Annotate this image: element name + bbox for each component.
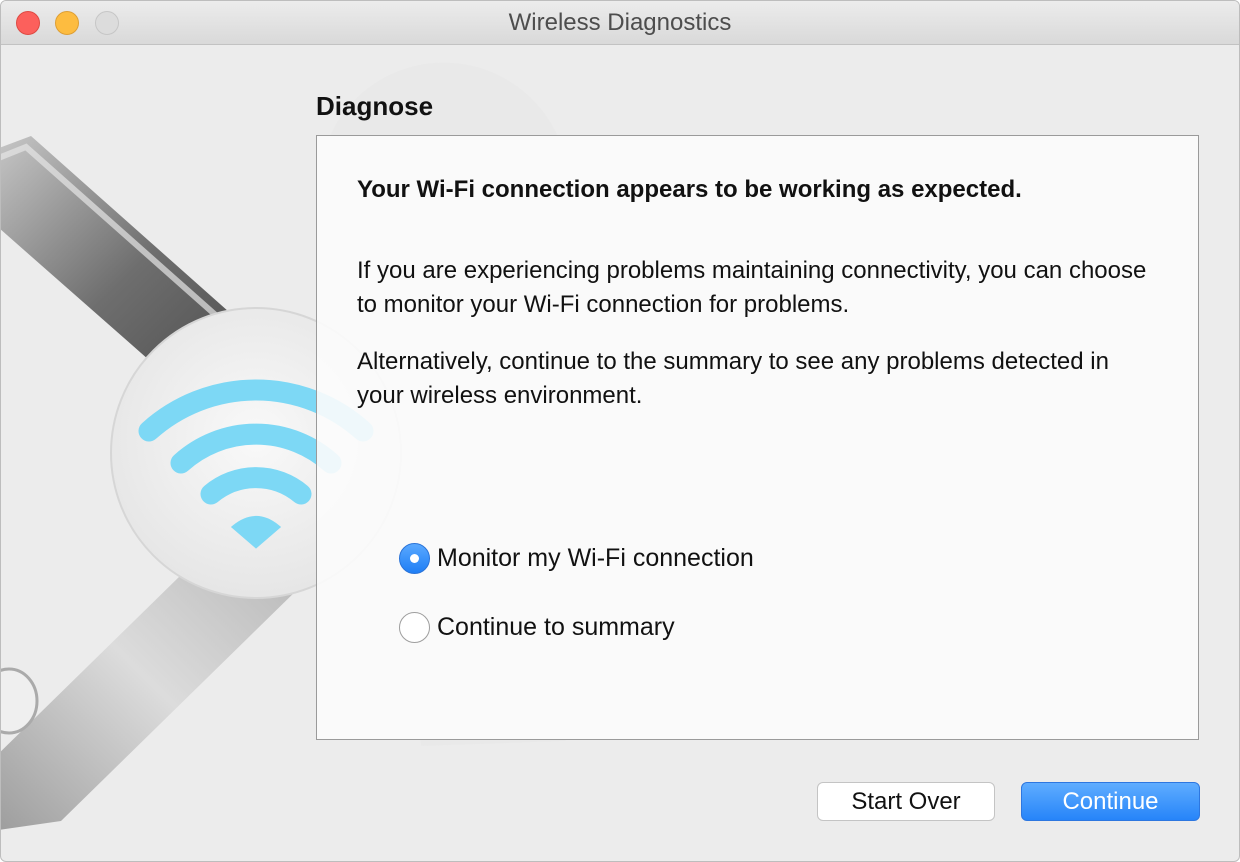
continue-button[interactable]: Continue: [1021, 782, 1200, 821]
start-over-button[interactable]: Start Over: [817, 782, 995, 821]
monitor-description: If you are experiencing problems maintai…: [357, 257, 1147, 318]
summary-option-label[interactable]: Continue to summary: [437, 613, 675, 642]
diagnosis-panel: Your Wi-Fi connection appears to be work…: [316, 135, 1199, 740]
monitor-option-label[interactable]: Monitor my Wi-Fi connection: [437, 544, 754, 573]
page-heading: Diagnose: [316, 91, 434, 121]
option-monitor-wifi[interactable]: Monitor my Wi-Fi connection: [399, 542, 754, 574]
summary-radio-button[interactable]: [399, 611, 430, 643]
status-headline: Your Wi-Fi connection appears to be work…: [357, 176, 1022, 203]
wireless-diagnostics-window: Wireless Diagnostics Diagnose Your Wi-Fi…: [0, 0, 1240, 862]
summary-description: Alternatively, continue to the summary t…: [357, 348, 1109, 409]
monitor-radio-button[interactable]: [399, 542, 430, 574]
title-bar[interactable]: Wireless Diagnostics: [1, 1, 1239, 45]
window-title: Wireless Diagnostics: [508, 9, 732, 36]
option-continue-summary[interactable]: Continue to summary: [399, 611, 675, 643]
